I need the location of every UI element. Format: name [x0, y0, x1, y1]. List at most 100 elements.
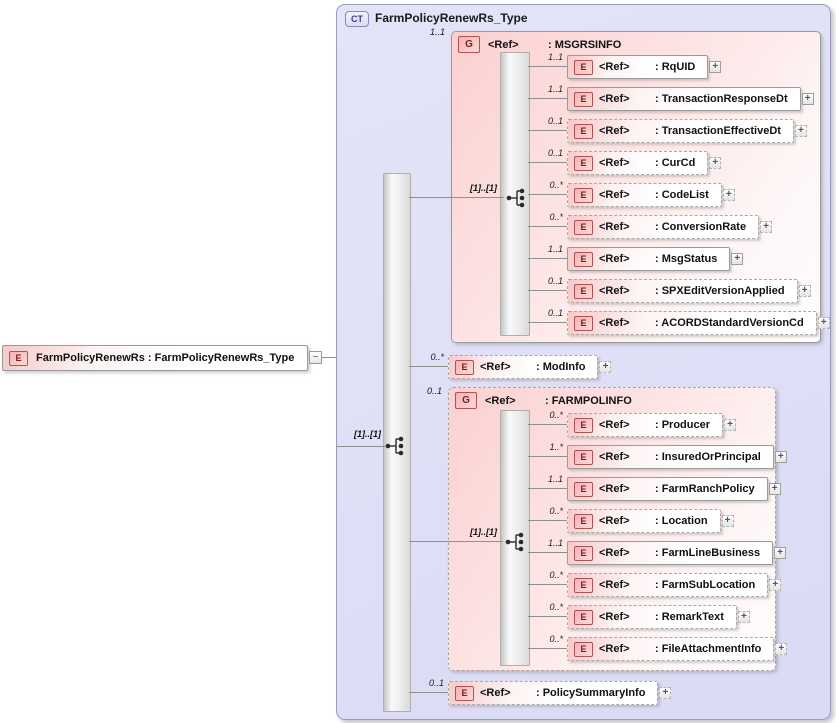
element-box-spxeditversionapplied[interactable]: E <Ref> : SPXEditVersionApplied +	[567, 279, 798, 303]
cardinality-label: 1..1	[517, 244, 563, 254]
element-box-fileattachmentinfo[interactable]: E <Ref> : FileAttachmentInfo +	[567, 637, 774, 661]
element-box-farmlinebusiness[interactable]: E <Ref> : FarmLineBusiness +	[567, 541, 773, 565]
expand-icon[interactable]: +	[722, 515, 734, 527]
element-badge: E	[574, 188, 593, 203]
element-box-curcd[interactable]: E <Ref> : CurCd +	[567, 151, 708, 175]
element-row: 0..* E <Ref> : ModInfo +	[448, 355, 598, 379]
complex-type-badge: CT	[345, 11, 369, 27]
element-box-farmranchpolicy[interactable]: E <Ref> : FarmRanchPolicy +	[567, 477, 768, 501]
element-name: : CurCd	[655, 157, 695, 169]
element-box-remarktext[interactable]: E <Ref> : RemarkText +	[567, 605, 737, 629]
model-occurs-label: [1]..[1]	[447, 527, 497, 537]
ref-label: <Ref>	[599, 157, 655, 169]
element-box-msgstatus[interactable]: E <Ref> : MsgStatus +	[567, 247, 730, 271]
element-box-producer[interactable]: E <Ref> : Producer +	[567, 413, 723, 437]
cardinality-label: 0..1	[517, 276, 563, 286]
group-header[interactable]: G <Ref> : FARMPOLINFO	[455, 392, 632, 409]
cardinality-label: 0..*	[517, 602, 563, 612]
expand-icon[interactable]: +	[802, 93, 814, 105]
ref-label: <Ref>	[599, 451, 655, 463]
cardinality-label: 0..1	[398, 678, 444, 688]
element-box-codelist[interactable]: E <Ref> : CodeList +	[567, 183, 722, 207]
model-occurs-label: [1]..[1]	[447, 183, 497, 193]
connector-line	[528, 290, 567, 291]
element-box-acordstandardversioncd[interactable]: E <Ref> : ACORDStandardVersionCd +	[567, 311, 817, 335]
connector-line	[409, 692, 448, 693]
group-farmpolinfo: G <Ref> : FARMPOLINFO 0..* E <	[448, 387, 776, 671]
expand-icon[interactable]: +	[723, 189, 735, 201]
cardinality-label: 1..*	[517, 442, 563, 452]
element-name: : RemarkText	[655, 611, 724, 623]
cardinality-label: 0..1	[517, 308, 563, 318]
element-box-policysummaryinfo[interactable]: E <Ref> : PolicySummaryInfo +	[448, 681, 658, 705]
ref-label: <Ref>	[599, 515, 655, 527]
expand-icon[interactable]: +	[774, 547, 786, 559]
connector-line	[528, 162, 567, 163]
expand-icon[interactable]: +	[724, 419, 736, 431]
element-box-location[interactable]: E <Ref> : Location +	[567, 509, 721, 533]
expand-icon[interactable]: +	[731, 253, 743, 265]
expand-icon[interactable]: +	[709, 157, 721, 169]
expand-icon[interactable]: +	[769, 483, 781, 495]
element-row: 0..1 E <Ref> : ACORDStandardVersionCd +	[567, 311, 817, 335]
element-name: : FarmRanchPolicy	[655, 483, 755, 495]
element-badge: E	[574, 316, 593, 331]
element-badge: E	[574, 60, 593, 75]
element-badge: E	[574, 124, 593, 139]
element-box-modinfo[interactable]: E <Ref> : ModInfo +	[448, 355, 598, 379]
element-badge: E	[574, 578, 593, 593]
element-name: : Location	[655, 515, 708, 527]
element-name: : MsgStatus	[655, 253, 717, 265]
element-name: : TransactionEffectiveDt	[655, 125, 781, 137]
group-header[interactable]: G <Ref> : MSGRSINFO	[458, 36, 621, 53]
element-box-transactionresponsedt[interactable]: E <Ref> : TransactionResponseDt +	[567, 87, 801, 111]
element-row: 0..1 E <Ref> : TransactionEffectiveDt +	[567, 119, 794, 143]
element-name: : FileAttachmentInfo	[655, 643, 761, 655]
cardinality-label: 0..1	[396, 386, 442, 396]
connector-line	[409, 541, 503, 542]
element-box-conversionrate[interactable]: E <Ref> : ConversionRate +	[567, 215, 759, 239]
element-row: 1..* E <Ref> : InsuredOrPrincipal +	[567, 445, 774, 469]
element-box-transactioneffectivedt[interactable]: E <Ref> : TransactionEffectiveDt +	[567, 119, 794, 143]
element-box-farmsublocation[interactable]: E <Ref> : FarmSubLocation +	[567, 573, 768, 597]
cardinality-label: 0..*	[517, 212, 563, 222]
ref-label: <Ref>	[599, 611, 655, 623]
cardinality-label: 1..1	[517, 474, 563, 484]
expand-icon[interactable]: +	[659, 687, 671, 699]
element-name: : PolicySummaryInfo	[536, 687, 645, 699]
connector-line	[322, 357, 336, 358]
cardinality-label: 1..1	[399, 27, 445, 37]
expand-icon[interactable]: +	[599, 361, 611, 373]
ref-label: <Ref>	[488, 39, 548, 51]
expand-icon[interactable]: +	[769, 579, 781, 591]
ref-label: <Ref>	[599, 285, 655, 297]
expand-icon[interactable]: +	[738, 611, 750, 623]
sequence-compositor-icon[interactable]	[384, 436, 408, 456]
ref-label: <Ref>	[599, 253, 655, 265]
element-badge: E	[574, 642, 593, 657]
expand-icon[interactable]: +	[709, 61, 721, 73]
connector-line	[528, 130, 567, 131]
element-name: : ACORDStandardVersionCd	[655, 317, 804, 329]
connector-line	[528, 520, 567, 521]
element-row: 1..1 E <Ref> : MsgStatus +	[567, 247, 730, 271]
element-badge: E	[574, 450, 593, 465]
expand-icon[interactable]: +	[775, 451, 787, 463]
collapse-icon[interactable]: −	[309, 351, 322, 364]
element-box-rquid[interactable]: E <Ref> : RqUID +	[567, 55, 708, 79]
ref-label: <Ref>	[599, 61, 655, 73]
element-badge: E	[455, 360, 474, 375]
expand-icon[interactable]: +	[799, 285, 811, 297]
element-box-insuredorprincipal[interactable]: E <Ref> : InsuredOrPrincipal +	[567, 445, 774, 469]
sequence-compositor-icon[interactable]	[505, 188, 529, 208]
root-element-box[interactable]: E FarmPolicyRenewRs : FarmPolicyRenewRs_…	[2, 345, 308, 371]
ref-label: <Ref>	[480, 361, 536, 373]
element-row: 0..1 E <Ref> : SPXEditVersionApplied +	[567, 279, 798, 303]
expand-icon[interactable]: +	[760, 221, 772, 233]
expand-icon[interactable]: +	[795, 125, 807, 137]
sequence-compositor-icon[interactable]	[504, 532, 528, 552]
group-msgrsinfo: G <Ref> : MSGRSINFO 1..1 E <Re	[451, 31, 821, 343]
connector-line	[528, 98, 567, 99]
expand-icon[interactable]: +	[818, 317, 830, 329]
expand-icon[interactable]: +	[775, 643, 787, 655]
